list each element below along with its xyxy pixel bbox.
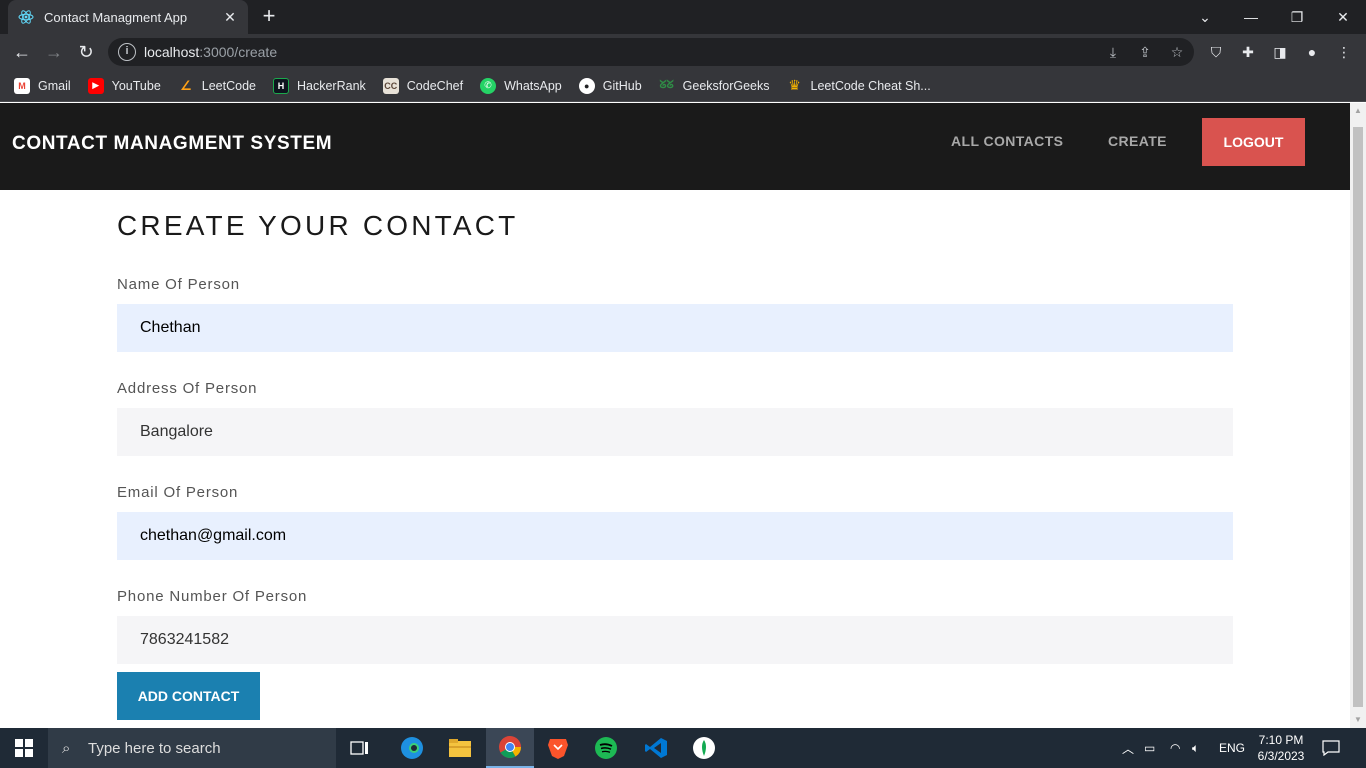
bookmark-whatsapp[interactable]: ✆ WhatsApp: [480, 77, 562, 94]
volume-icon[interactable]: 🔈︎: [1192, 728, 1199, 768]
github-icon: ●: [578, 77, 595, 94]
youtube-icon: ▶: [87, 77, 104, 94]
file-explorer-icon[interactable]: [436, 728, 484, 768]
profile-icon[interactable]: ●: [1302, 42, 1322, 62]
install-app-icon[interactable]: ⤓: [1104, 42, 1122, 62]
task-view-icon[interactable]: [336, 728, 384, 768]
bookmark-label: YouTube: [111, 78, 161, 93]
system-clock[interactable]: 7:10 PM 6/3/2023: [1250, 732, 1312, 764]
app-brand[interactable]: CONTACT MANAGMENT SYSTEM: [12, 133, 332, 155]
close-window-button[interactable]: ✕: [1320, 0, 1366, 34]
bookmark-geeksforgeeks[interactable]: ᘜᘜ GeeksforGeeks: [659, 78, 770, 94]
browser-tab-strip: Contact Managment App ✕ + ⌄ — ❐ ✕: [0, 0, 1366, 34]
taskbar-search-box[interactable]: ⌕ Type here to search: [48, 728, 336, 768]
hackerrank-icon: H: [273, 77, 289, 94]
email-label: Email Of Person: [117, 484, 239, 501]
bookmark-codechef[interactable]: CC CodeChef: [382, 77, 464, 94]
page-title: CREATE YOUR CONTACT: [117, 210, 519, 241]
show-hidden-icons[interactable]: ︿: [1122, 728, 1134, 768]
windows-taskbar: ⌕ Type here to search ︿ ▭ ◠ 🔈︎ ENG 7:10 …: [0, 728, 1366, 768]
scrollbar-thumb[interactable]: [1353, 127, 1363, 707]
bookmark-gmail[interactable]: M Gmail: [14, 77, 71, 94]
app-navbar: CONTACT MANAGMENT SYSTEM ALL CONTACTS CR…: [0, 103, 1350, 190]
address-input[interactable]: [117, 408, 1233, 456]
react-icon: [18, 9, 34, 25]
bookmark-label: GeeksforGeeks: [682, 78, 770, 93]
bookmark-label: LeetCode Cheat Sh...: [810, 78, 931, 93]
bookmark-label: CodeChef: [406, 78, 464, 93]
page-viewport: CONTACT MANAGMENT SYSTEM ALL CONTACTS CR…: [0, 103, 1350, 728]
bookmark-label: GitHub: [602, 78, 642, 93]
bookmark-label: Gmail: [38, 78, 71, 93]
nav-all-contacts[interactable]: ALL CONTACTS: [951, 133, 1063, 149]
spotify-icon[interactable]: [582, 728, 630, 768]
new-tab-button[interactable]: +: [258, 5, 280, 28]
share-icon[interactable]: ⇪: [1136, 42, 1154, 62]
forward-button[interactable]: →: [42, 40, 66, 64]
close-tab-icon[interactable]: ✕: [222, 9, 238, 25]
address-bar[interactable]: i localhost:3000/create ⤓ ⇪ ☆: [108, 38, 1194, 66]
url-host: localhost: [144, 44, 200, 60]
vscode-icon[interactable]: [632, 728, 680, 768]
name-input[interactable]: [117, 304, 1233, 352]
mongodb-compass-icon[interactable]: [680, 728, 728, 768]
leetcode-icon: ∠: [179, 77, 192, 93]
shield-extension-icon[interactable]: ⛉: [1206, 42, 1226, 62]
chrome-icon[interactable]: [486, 728, 534, 768]
logout-button[interactable]: LOGOUT: [1202, 118, 1305, 166]
bookmark-hackerrank[interactable]: H HackerRank: [273, 77, 366, 94]
codechef-icon: CC: [382, 77, 399, 94]
address-label: Address Of Person: [117, 380, 258, 397]
email-input[interactable]: [117, 512, 1233, 560]
bookmark-github[interactable]: ● GitHub: [578, 77, 642, 94]
browser-toolbar: ← → ↻ i localhost:3000/create ⤓ ⇪ ☆ ⛉ ✚ …: [0, 34, 1366, 70]
nav-create[interactable]: CREATE: [1108, 133, 1167, 149]
restore-button[interactable]: ❐: [1274, 0, 1320, 34]
notification-icon[interactable]: [1322, 728, 1340, 768]
search-icon: ⌕: [62, 739, 71, 757]
bookmarks-bar: M Gmail ▶ YouTube ∠ LeetCode H HackerRank CC…: [0, 70, 1366, 102]
windows-logo-icon: [15, 739, 33, 757]
bookmark-leetcode[interactable]: ∠ LeetCode: [178, 78, 256, 94]
brave-icon[interactable]: [534, 728, 582, 768]
extensions-icon[interactable]: ✚: [1238, 42, 1258, 62]
name-label: Name Of Person: [117, 276, 240, 293]
language-indicator[interactable]: ENG: [1219, 728, 1245, 768]
add-contact-button[interactable]: ADD CONTACT: [117, 672, 260, 720]
back-button[interactable]: ←: [10, 40, 34, 64]
geeksforgeeks-icon: ᘜᘜ: [659, 79, 674, 91]
menu-kebab-icon[interactable]: ⋮: [1334, 42, 1354, 62]
wifi-icon[interactable]: ◠: [1170, 728, 1180, 768]
phone-input[interactable]: [117, 616, 1233, 664]
bookmark-leetcode-cheat[interactable]: ♛ LeetCode Cheat Sh...: [787, 77, 931, 94]
taskbar-search-placeholder: Type here to search: [88, 739, 221, 757]
page-scrollbar[interactable]: ▲ ▼: [1350, 103, 1366, 728]
scroll-up-arrow-icon[interactable]: ▲: [1350, 103, 1366, 119]
tab-search-icon[interactable]: ⌄: [1182, 0, 1228, 34]
edge-icon[interactable]: [388, 728, 436, 768]
site-info-icon[interactable]: i: [118, 43, 136, 61]
windows-start-button[interactable]: [0, 728, 48, 768]
bookmark-star-icon[interactable]: ☆: [1168, 42, 1186, 62]
whatsapp-icon: ✆: [480, 77, 497, 94]
clock-date: 6/3/2023: [1257, 749, 1305, 763]
bookmark-youtube[interactable]: ▶ YouTube: [87, 77, 161, 94]
clock-time: 7:10 PM: [1258, 733, 1304, 747]
gmail-icon: M: [14, 77, 30, 94]
reload-button[interactable]: ↻: [74, 40, 98, 64]
url-path: :3000/create: [199, 44, 278, 60]
browser-tab[interactable]: Contact Managment App ✕: [8, 0, 248, 34]
tab-title: Contact Managment App: [44, 9, 188, 25]
crown-icon: ♛: [788, 77, 801, 93]
phone-label: Phone Number Of Person: [117, 588, 308, 605]
bookmark-label: WhatsApp: [504, 78, 562, 93]
side-panel-icon[interactable]: ◨: [1270, 42, 1290, 62]
minimize-button[interactable]: —: [1228, 0, 1274, 34]
bookmark-label: LeetCode: [201, 78, 256, 93]
battery-icon[interactable]: ▭: [1144, 728, 1155, 768]
bookmark-label: HackerRank: [297, 78, 366, 93]
scroll-down-arrow-icon[interactable]: ▼: [1350, 712, 1366, 728]
